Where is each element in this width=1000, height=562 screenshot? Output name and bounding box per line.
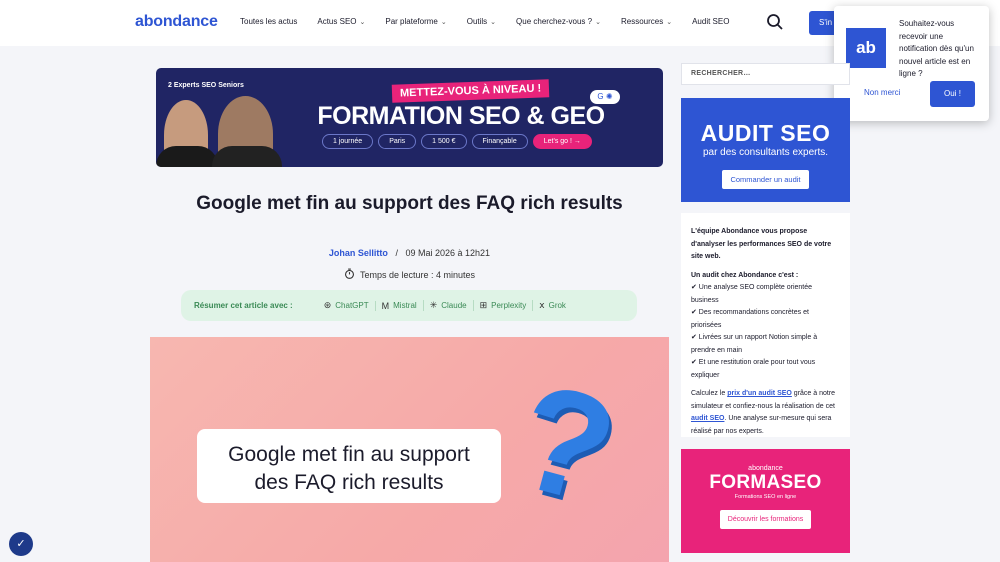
claude-icon: ✳ bbox=[429, 300, 438, 310]
nav-item-par-plateforme[interactable]: Par plateforme ⌄ bbox=[385, 17, 446, 26]
chatgpt-icon: ⊛ bbox=[323, 300, 332, 310]
expert-photo-body bbox=[212, 146, 282, 167]
main-nav: Toutes les actus Actus SEO ⌄ Par platefor… bbox=[240, 17, 749, 26]
list-item: ✔ Des recommandations concrètes et prior… bbox=[691, 309, 809, 329]
banner-pill: 1 journée bbox=[322, 134, 374, 149]
audit-description: L'équipe Abondance vous propose d'analys… bbox=[681, 213, 850, 437]
hero-text-line: Google met fin au support bbox=[228, 443, 470, 466]
stopwatch-icon bbox=[344, 268, 355, 281]
banner-cta-button[interactable]: Let's go ! → bbox=[532, 134, 592, 149]
summarize-grok-button[interactable]: ⅹ Grok bbox=[532, 300, 572, 311]
article-title: Google met fin au support des FAQ rich r… bbox=[196, 193, 623, 214]
banner-pills: 1 journée Paris 1 500 € Finançable Let's… bbox=[322, 134, 592, 149]
mistral-icon: M bbox=[381, 300, 390, 311]
reading-time-text: Temps de lecture : 4 minutes bbox=[359, 269, 476, 280]
chevron-down-icon: ⌄ bbox=[595, 18, 601, 26]
nav-item-ressources[interactable]: Ressources ⌄ bbox=[621, 17, 672, 26]
article-date: 09 Mai 2026 à 12h21 bbox=[405, 248, 491, 258]
audit-pricing-paragraph: Calculez le prix d'un audit SEO grâce à … bbox=[691, 390, 836, 435]
perplexity-icon: ⊞ bbox=[479, 300, 488, 310]
audit-list-title: Un audit chez Abondance c'est : bbox=[691, 271, 799, 279]
nav-item-actus-seo[interactable]: Actus SEO ⌄ bbox=[317, 17, 365, 26]
list-item: ✔ Une analyse SEO complète orientée busi… bbox=[691, 284, 813, 304]
discover-formations-button[interactable]: Découvrir les formations bbox=[719, 510, 812, 529]
notification-logo: ab bbox=[846, 28, 886, 68]
sidebar-search-input[interactable]: RECHERCHER… bbox=[681, 63, 850, 85]
notification-text: Souhaitez-vous recevoir une notification… bbox=[899, 19, 974, 78]
chevron-down-icon: ⌄ bbox=[666, 18, 673, 26]
ai-summary-bar: Résumer cet article avec : ⊛ ChatGPT M Mis… bbox=[181, 290, 637, 321]
summarize-claude-button[interactable]: ✳ Claude bbox=[422, 300, 473, 311]
search-icon[interactable] bbox=[766, 13, 784, 31]
expert-photo-body bbox=[156, 146, 218, 167]
accept-notification-button[interactable]: Oui ! bbox=[930, 81, 975, 107]
audit-ad-title: AUDIT SEO bbox=[700, 120, 831, 146]
article-hero-image: Google met fin au support des FAQ rich r… bbox=[150, 337, 669, 562]
banner-pill: Finançable bbox=[471, 134, 528, 149]
grok-icon: ⅹ bbox=[539, 300, 545, 310]
summary-label: Résumer cet article avec : bbox=[194, 301, 293, 310]
banner-pill: 1 500 € bbox=[421, 134, 467, 149]
nav-item-audit-seo[interactable]: Audit SEO bbox=[692, 17, 729, 26]
author-link[interactable]: Johan Sellitto bbox=[329, 248, 388, 258]
formaseo-brand: abondance bbox=[748, 465, 783, 472]
accessibility-badge-icon[interactable]: ✓ bbox=[9, 532, 33, 556]
audit-ad-subtitle: par des consultants experts. bbox=[702, 147, 829, 158]
nav-item-toutes-les-actus[interactable]: Toutes les actus bbox=[240, 17, 297, 26]
audit-intro: L'équipe Abondance vous propose d'analys… bbox=[691, 228, 832, 260]
formaseo-subtitle: Formations SEO en ligne bbox=[734, 494, 797, 500]
hero-caption-box: Google met fin au support des FAQ rich r… bbox=[197, 429, 501, 503]
nav-item-outils[interactable]: Outils ⌄ bbox=[467, 17, 496, 26]
nav-item-que-cherchez-vous[interactable]: Que cherchez-vous ? ⌄ bbox=[516, 17, 601, 26]
banner-title: FORMATION SEO & GEO bbox=[317, 102, 605, 130]
reading-time: Temps de lecture : 4 minutes bbox=[150, 268, 669, 281]
audit-price-link[interactable]: prix d'un audit SEO bbox=[727, 390, 792, 397]
audit-seo-ad[interactable]: AUDIT SEO par des consultants experts. C… bbox=[681, 98, 850, 202]
article-byline: Johan Sellitto / 09 Mai 2026 à 12h21 bbox=[150, 248, 669, 258]
question-mark-icon: ? bbox=[499, 350, 632, 537]
formaseo-title: FORMASEO bbox=[709, 472, 822, 493]
summarize-mistral-button[interactable]: M Mistral bbox=[374, 300, 423, 311]
banner-experts-label: 2 Experts SEO Seniors bbox=[168, 82, 244, 89]
list-item: ✔ Et une restitution orale pour tout vou… bbox=[691, 359, 816, 379]
decline-notification-button[interactable]: Non merci bbox=[864, 88, 900, 97]
hero-text-line: des FAQ rich results bbox=[254, 471, 444, 494]
chevron-down-icon: ⌄ bbox=[440, 18, 447, 26]
summarize-chatgpt-button[interactable]: ⊛ ChatGPT bbox=[318, 300, 375, 311]
audit-seo-link[interactable]: audit SEO bbox=[691, 415, 724, 422]
summarize-perplexity-button[interactable]: ⊞ Perplexity bbox=[472, 300, 533, 311]
formation-banner[interactable]: 2 Experts SEO Seniors METTEZ-VOUS À NIVE… bbox=[156, 68, 663, 167]
notification-prompt: ab Souhaitez-vous recevoir une notificat… bbox=[834, 6, 989, 121]
chevron-down-icon: ⌄ bbox=[490, 18, 497, 26]
banner-tag: METTEZ-VOUS À NIVEAU ! bbox=[391, 79, 550, 103]
order-audit-button[interactable]: Commander un audit bbox=[722, 170, 809, 189]
site-logo[interactable]: abondance bbox=[135, 13, 218, 31]
list-item: ✔ Livrées sur un rapport Notion simple à… bbox=[691, 334, 818, 354]
formaseo-ad[interactable]: abondance FORMASEO Formations SEO en lig… bbox=[681, 449, 850, 553]
banner-pill: Paris bbox=[378, 134, 417, 149]
byline-separator: / bbox=[395, 248, 398, 258]
chevron-down-icon: ⌄ bbox=[359, 18, 366, 26]
